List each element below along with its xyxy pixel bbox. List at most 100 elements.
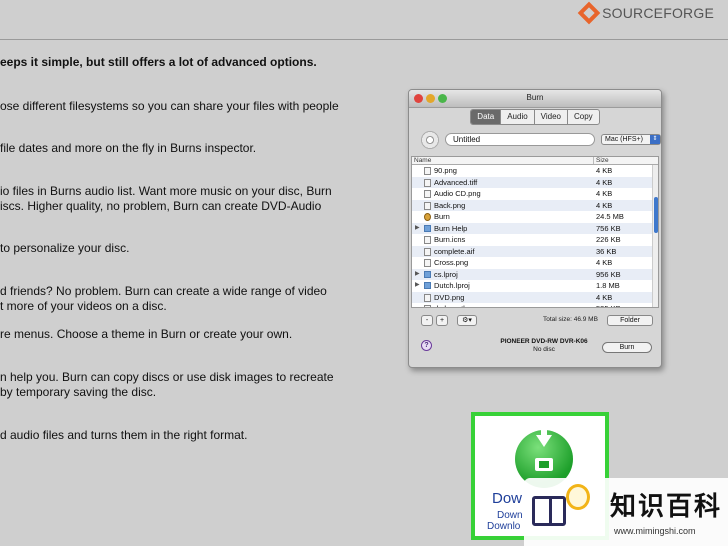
file-name: Burn.icns — [434, 235, 466, 244]
tab-data[interactable]: Data — [471, 110, 502, 124]
folder-button[interactable]: Folder — [607, 315, 653, 326]
tab-video[interactable]: Video — [535, 110, 568, 124]
folder-icon — [424, 282, 431, 289]
tab-copy[interactable]: Copy — [568, 110, 599, 124]
lightbulb-icon — [566, 484, 590, 510]
gear-icon[interactable]: ⚙▾ — [457, 315, 477, 326]
file-row[interactable]: Cross.png 4 KB — [412, 257, 658, 269]
file-icon — [424, 259, 431, 267]
file-size: 1.8 MB — [596, 281, 620, 290]
folder-icon — [424, 270, 431, 278]
list-scrollbar[interactable] — [652, 165, 658, 307]
file-name: dvda-author — [434, 304, 474, 307]
copy-text: n help you. Burn can copy discs or use d… — [0, 370, 334, 399]
watermark: 知识百科 www.mimingshi.com — [524, 478, 728, 546]
audio-text: io files in Burns audio list. Want more … — [0, 184, 332, 213]
file-size: 4 KB — [596, 177, 613, 187]
file-name: cs.lproj — [434, 269, 458, 279]
book-icon — [532, 496, 566, 526]
file-size: 24.5 MB — [596, 212, 624, 221]
help-icon[interactable]: ? — [421, 340, 432, 351]
file-list-header: Name Size — [412, 157, 658, 165]
file-name: Cross.png — [434, 258, 469, 267]
top-bar: SOURCEFORGE — [0, 0, 728, 40]
file-name: 90.png — [434, 166, 457, 175]
mode-tabs: Data Audio Video Copy — [470, 109, 600, 125]
file-size: 36 KB — [596, 246, 617, 256]
file-size: 4 KB — [596, 166, 613, 175]
window-title: Burn — [526, 93, 544, 102]
file-row[interactable]: dvda-author 535 KB — [412, 303, 658, 307]
file-icon — [424, 201, 431, 210]
burn-window: Burn Data Audio Video Copy Untitled Mac … — [408, 89, 662, 368]
file-row[interactable]: Burn.icns 226 KB — [412, 234, 658, 246]
file-row[interactable]: Back.png 4 KB — [412, 199, 658, 211]
drive-status: No disc — [533, 346, 555, 353]
video-text: d friends? No problem. Burn can create a… — [0, 284, 327, 313]
file-icon — [424, 247, 431, 256]
app-icon — [424, 213, 431, 221]
disclosure-triangle-icon[interactable]: ▶ — [415, 281, 420, 288]
file-row[interactable]: ▶ Burn Help 756 KB — [412, 222, 658, 234]
file-row[interactable]: Audio CD.png 4 KB — [412, 188, 658, 200]
filesystems-text: ose different filesystems so you can sha… — [0, 99, 339, 113]
file-name: Advanced.tiff — [434, 177, 478, 187]
download-sub-2: Downlo — [487, 521, 521, 532]
file-size: 4 KB — [596, 258, 613, 267]
file-row[interactable]: Burn 24.5 MB — [412, 211, 658, 223]
file-name: Dutch.lproj — [434, 281, 470, 290]
file-row[interactable]: Advanced.tiff 4 KB — [412, 176, 658, 188]
filesystem-select[interactable]: Mac (HFS+) ⇕ — [601, 134, 661, 145]
brand-name: SOURCEFORGE — [602, 5, 714, 21]
download-sub-1: Down — [497, 510, 523, 521]
column-header-size[interactable]: Size — [594, 157, 609, 164]
watermark-url: www.mimingshi.com — [614, 526, 696, 536]
file-name: Burn — [434, 212, 450, 221]
file-icon — [424, 305, 431, 307]
window-titlebar[interactable]: Burn — [409, 90, 661, 108]
burn-button[interactable]: Burn — [602, 342, 652, 353]
file-row[interactable]: ▶ Dutch.lproj 1.8 MB — [412, 280, 658, 292]
file-size: 226 KB — [596, 235, 621, 244]
disc-icon — [421, 131, 439, 149]
inspector-text: file dates and more on the fly in Burns … — [0, 141, 257, 155]
file-size: 4 KB — [596, 292, 613, 302]
sourceforge-logo[interactable]: SOURCEFORGE — [577, 1, 714, 25]
column-header-name[interactable]: Name — [412, 157, 594, 164]
filesystem-value: Mac (HFS+) — [605, 136, 643, 143]
scrollbar-thumb[interactable] — [654, 197, 658, 233]
add-button[interactable]: + — [436, 315, 448, 326]
intro-text: eeps it simple, but still offers a lot o… — [0, 55, 317, 69]
file-name: Burn Help — [434, 223, 468, 233]
file-row[interactable]: complete.aif 36 KB — [412, 245, 658, 257]
tab-audio[interactable]: Audio — [501, 110, 535, 124]
drive-info: PIONEER DVD-RW DVR-K06 No disc — [479, 338, 609, 354]
disclosure-triangle-icon[interactable]: ▶ — [415, 270, 420, 277]
file-row[interactable]: DVD.png 4 KB — [412, 291, 658, 303]
file-name: complete.aif — [434, 246, 475, 256]
file-icon — [424, 293, 431, 302]
convert-text: d audio files and turns them in the righ… — [0, 428, 248, 442]
file-icon — [424, 190, 431, 198]
file-name: Audio CD.png — [434, 189, 481, 198]
file-size: 756 KB — [596, 223, 621, 233]
total-size: Total size: 46.9 MB — [543, 316, 598, 323]
file-size: 4 KB — [596, 200, 613, 210]
file-row[interactable]: 90.png 4 KB — [412, 165, 658, 177]
file-row[interactable]: ▶ cs.lproj 956 KB — [412, 268, 658, 280]
remove-button[interactable]: - — [421, 315, 433, 326]
disc-name-input[interactable]: Untitled — [445, 133, 595, 146]
file-icon — [424, 178, 431, 187]
file-name: Back.png — [434, 200, 466, 210]
personalize-text: to personalize your disc. — [0, 241, 130, 255]
download-title: Dow — [492, 490, 523, 507]
watermark-text: 知识百科 — [610, 491, 723, 521]
file-name: DVD.png — [434, 292, 465, 302]
updown-arrow-icon: ⇕ — [650, 135, 660, 144]
sourceforge-logo-icon — [577, 1, 601, 25]
file-size: 956 KB — [596, 269, 621, 279]
drive-name: PIONEER DVD-RW DVR-K06 — [500, 338, 588, 345]
file-size: 535 KB — [596, 304, 621, 307]
file-list[interactable]: Name Size 90.png 4 KB Advanced.tiff 4 KB Aud… — [411, 156, 659, 308]
disclosure-triangle-icon[interactable]: ▶ — [415, 224, 420, 231]
